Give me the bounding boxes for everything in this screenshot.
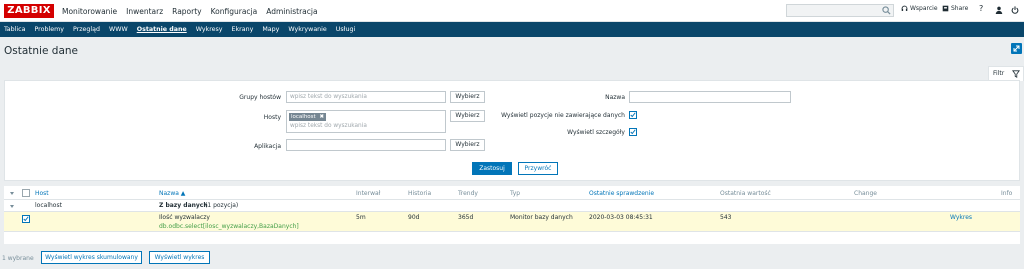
item-last-value: 543 — [720, 214, 732, 221]
submenu-screens[interactable]: Ekrany — [232, 26, 254, 33]
item-history: 90d — [408, 214, 420, 221]
host-groups-label: Grupy hostów — [239, 94, 281, 101]
sub-menu: Tablica Problemy Przegląd WWW Ostatnie d… — [0, 22, 1024, 37]
submenu-dashboard[interactable]: Tablica — [4, 26, 25, 33]
col-last-check[interactable]: Ostatnie sprawdzenie — [589, 190, 654, 197]
table-row: Ilość wyzwalaczy db.odbc.select[ilosc_wy… — [4, 212, 1020, 232]
row-checkbox[interactable] — [22, 215, 30, 223]
submenu-discovery[interactable]: Wykrywanie — [288, 26, 326, 33]
show-without-data-label: Wyświetl pozycje nie zawierające danych — [501, 112, 625, 119]
col-name[interactable]: Nazwa ▲ — [159, 190, 185, 197]
main-menu: Monitorowanie Inwentarz Raporty Konfigur… — [62, 0, 327, 22]
submenu-graphs[interactable]: Wykresy — [196, 26, 223, 33]
zabbix-logo[interactable]: ZABBIX — [4, 4, 54, 18]
menu-inventory[interactable]: Inwentarz — [126, 7, 163, 16]
share-label: Share — [951, 5, 969, 12]
latest-data-table: Host Nazwa ▲ Interwał Historia Trendy Ty… — [4, 186, 1020, 244]
top-bar: ZABBIX Monitorowanie Inwentarz Raporty K… — [0, 0, 1024, 22]
submenu-problems[interactable]: Problemy — [34, 26, 63, 33]
search-icon[interactable] — [882, 6, 891, 15]
submenu-latest-data[interactable]: Ostatnie dane — [137, 26, 187, 33]
show-details-checkbox[interactable] — [629, 128, 637, 136]
filter-tab-label: Filtr — [993, 70, 1005, 77]
menu-administration[interactable]: Administracja — [266, 7, 317, 16]
host-chip: localhost ✖ — [289, 113, 327, 121]
user-profile-icon[interactable] — [995, 6, 1003, 14]
filter-panel: Grupy hostów wpisz tekst do wyszukania W… — [4, 80, 1020, 181]
col-change: Change — [854, 190, 877, 197]
col-history: Historia — [408, 190, 432, 197]
group-host: localhost — [35, 202, 62, 209]
col-trends: Trendy — [458, 190, 478, 197]
group-count: (1 pozycja) — [205, 202, 239, 209]
help-button[interactable]: ? — [979, 4, 983, 13]
menu-reports[interactable]: Raporty — [172, 7, 201, 16]
col-host[interactable]: Host — [35, 190, 49, 197]
display-graph-button[interactable]: Wyświetl wykres — [149, 251, 210, 264]
table-header: Host Nazwa ▲ Interwał Historia Trendy Ty… — [4, 186, 1020, 200]
host-groups-placeholder: wpisz tekst do wyszukania — [290, 94, 367, 100]
host-chip-label: localhost — [291, 114, 316, 120]
remove-chip-icon[interactable]: ✖ — [319, 114, 324, 120]
filter-tab[interactable]: Filtr — [988, 66, 1024, 81]
share-icon — [942, 5, 949, 12]
show-without-data-checkbox[interactable] — [629, 111, 637, 119]
item-name: Ilość wyzwalaczy — [159, 214, 210, 221]
selected-count: 1 wybrane — [2, 255, 34, 262]
menu-monitoring[interactable]: Monitorowanie — [62, 7, 117, 16]
share-link[interactable]: Share — [942, 5, 968, 12]
table-group-row: localhost Z bazy danych (1 pozycja) — [4, 200, 1020, 212]
fullscreen-button[interactable] — [1011, 43, 1022, 54]
checkmark-icon — [23, 216, 29, 222]
name-input[interactable] — [629, 91, 791, 103]
application-select-button[interactable]: Wybierz — [450, 139, 485, 151]
submenu-overview[interactable]: Przegląd — [73, 26, 100, 33]
col-info: Info — [1001, 190, 1013, 197]
submenu-services[interactable]: Usługi — [336, 26, 355, 33]
collapse-all-icon[interactable] — [10, 192, 14, 195]
application-label: Aplikacja — [254, 143, 281, 150]
collapse-group-icon[interactable] — [10, 205, 14, 208]
stacked-graph-button[interactable]: Wyświetl wykres skumulowany — [41, 251, 142, 264]
application-input[interactable] — [286, 139, 446, 151]
item-key: db.odbc.select[ilosc_wyzwalaczy,BazaDany… — [159, 223, 299, 230]
col-type: Typ — [510, 190, 521, 197]
support-link[interactable]: Wsparcie — [901, 5, 938, 12]
show-details-label: Wyświetl szczegóły — [567, 129, 625, 136]
item-interval: 5m — [356, 214, 366, 221]
filter-icon — [1012, 70, 1020, 78]
item-last-check: 2020-03-03 08:45:31 — [589, 214, 653, 221]
expand-icon — [1013, 45, 1020, 52]
host-groups-input[interactable]: wpisz tekst do wyszukania — [286, 91, 446, 103]
submenu-maps[interactable]: Mapy — [262, 26, 279, 33]
col-interval: Interwał — [356, 190, 381, 197]
reset-button[interactable]: Przywróć — [518, 162, 558, 175]
checkmark-icon — [630, 129, 636, 135]
headset-icon — [901, 5, 908, 11]
help-icon: ? — [979, 4, 984, 13]
hosts-label: Hosty — [263, 114, 281, 121]
item-graph-link[interactable]: Wykres — [950, 214, 972, 221]
hosts-input[interactable]: localhost ✖ wpisz tekst do wyszukania — [286, 110, 446, 133]
logout-icon[interactable] — [1011, 6, 1019, 14]
item-trends: 365d — [458, 214, 474, 221]
checkmark-icon — [630, 112, 636, 118]
group-application: Z bazy danych — [159, 202, 208, 209]
page-title: Ostatnie dane — [4, 45, 78, 57]
item-type: Monitor bazy danych — [510, 214, 573, 221]
hosts-placeholder: wpisz tekst do wyszukania — [290, 123, 367, 129]
support-label: Wsparcie — [910, 5, 938, 12]
host-groups-select-button[interactable]: Wybierz — [450, 91, 485, 103]
search-input[interactable] — [786, 4, 894, 17]
select-all-checkbox[interactable] — [22, 189, 30, 197]
menu-configuration[interactable]: Konfiguracja — [211, 7, 258, 16]
col-last-value: Ostatnia wartość — [720, 190, 771, 197]
name-label: Nazwa — [605, 94, 625, 101]
apply-button[interactable]: Zastosuj — [472, 162, 512, 175]
submenu-web[interactable]: WWW — [109, 26, 128, 33]
